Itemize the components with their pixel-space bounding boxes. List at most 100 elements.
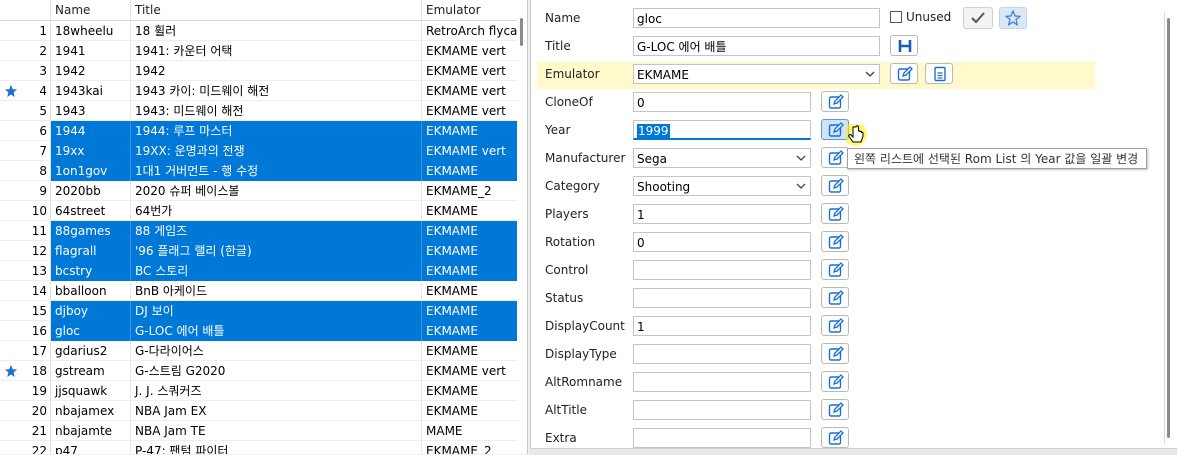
category-batch-edit-button[interactable] <box>821 175 849 196</box>
row-number[interactable]: 3 <box>0 61 51 81</box>
cell-title[interactable]: 1943: 미드웨이 해전 <box>131 101 422 121</box>
rotation-field[interactable]: 0 <box>633 232 811 252</box>
cell-emulator[interactable]: RetroArch flycast <box>422 21 517 41</box>
cell-emulator[interactable]: EKMAME_2 <box>422 441 517 454</box>
status-batch-edit-button[interactable] <box>821 287 849 308</box>
table-row[interactable]: 5 1943 1943: 미드웨이 해전 EKMAME vert <box>0 101 517 121</box>
table-row[interactable]: 21 nbajamte NBA Jam TE MAME <box>0 421 517 441</box>
cloneof-field[interactable]: 0 <box>633 92 811 112</box>
extra-field[interactable] <box>633 428 811 448</box>
cell-emulator[interactable]: EKMAME <box>422 221 517 241</box>
row-number[interactable]: 20 <box>0 401 51 421</box>
grid-vertical-scrollbar[interactable] <box>517 0 527 454</box>
row-number[interactable]: 8 <box>0 161 51 181</box>
manufacturer-dropdown[interactable]: Sega <box>633 148 811 168</box>
table-row[interactable]: 14 bballoon BnB 아케이드 EKMAME <box>0 281 517 301</box>
name-field[interactable]: gloc <box>633 8 880 28</box>
table-row[interactable]: 15 djboy DJ 보이 EKMAME <box>0 301 517 321</box>
cell-emulator[interactable]: EKMAME <box>422 201 517 221</box>
table-row[interactable]: 17 gdarius2 G-다라이어스 EKMAME <box>0 341 517 361</box>
table-row[interactable]: 18 gstream G-스트림 G2020 EKMAME vert <box>0 361 517 381</box>
column-header-title[interactable]: Title <box>131 0 422 20</box>
cell-emulator[interactable]: EKMAME <box>422 121 517 141</box>
alttitle-batch-edit-button[interactable] <box>821 399 849 420</box>
displaycount-batch-edit-button[interactable] <box>821 315 849 336</box>
cell-emulator[interactable]: EKMAME vert <box>422 141 517 161</box>
favorite-button[interactable] <box>999 7 1027 29</box>
check-button[interactable] <box>963 7 993 29</box>
table-row[interactable]: 8 1on1gov 1대1 거버먼트 - 행 수정 EKMAME <box>0 161 517 181</box>
cell-name[interactable]: 1on1gov <box>51 161 131 181</box>
cell-emulator[interactable]: EKMAME <box>422 381 517 401</box>
cell-emulator[interactable]: EKMAME <box>422 401 517 421</box>
column-header-emulator[interactable]: Emulator <box>422 0 517 20</box>
cell-emulator[interactable]: EKMAME vert <box>422 41 517 61</box>
cell-title[interactable]: G-LOC 에어 배틀 <box>131 321 422 341</box>
cell-title[interactable]: DJ 보이 <box>131 301 422 321</box>
row-number-header[interactable] <box>0 0 51 20</box>
cell-name[interactable]: djboy <box>51 301 131 321</box>
cell-title[interactable]: NBA Jam TE <box>131 421 422 441</box>
cell-name[interactable]: gdarius2 <box>51 341 131 361</box>
manufacturer-batch-edit-button[interactable] <box>821 147 849 168</box>
row-number[interactable]: 11 <box>0 221 51 241</box>
title-field[interactable]: G-LOC 에어 배틀 <box>633 36 880 56</box>
row-number[interactable]: 7 <box>0 141 51 161</box>
table-row[interactable]: 12 flagrall '96 플래그 랠리 (한글) EKMAME <box>0 241 517 261</box>
row-number[interactable]: 14 <box>0 281 51 301</box>
row-number[interactable]: 10 <box>0 201 51 221</box>
cell-title[interactable]: BnB 아케이드 <box>131 281 422 301</box>
control-field[interactable] <box>633 260 811 280</box>
cell-name[interactable]: nbajamex <box>51 401 131 421</box>
alttitle-field[interactable] <box>633 400 811 420</box>
table-row[interactable]: 11 88games 88 게임즈 EKMAME <box>0 221 517 241</box>
control-batch-edit-button[interactable] <box>821 259 849 280</box>
cell-name[interactable]: 1943 <box>51 101 131 121</box>
form-scroll-thumb[interactable] <box>1167 18 1170 438</box>
altromname-field[interactable] <box>633 372 811 392</box>
cell-emulator[interactable]: EKMAME <box>422 321 517 341</box>
grid-scroll-thumb[interactable] <box>520 18 523 46</box>
cell-name[interactable]: 64street <box>51 201 131 221</box>
cell-title[interactable]: BC 스토리 <box>131 261 422 281</box>
table-row[interactable]: 4 1943kai 1943 카이: 미드웨이 해전 EKMAME vert <box>0 81 517 101</box>
emulator-edit-button[interactable] <box>890 63 918 84</box>
row-number[interactable]: 2 <box>0 41 51 61</box>
column-header-name[interactable]: Name <box>51 0 131 20</box>
cell-title[interactable]: 1대1 거버먼트 - 행 수정 <box>131 161 422 181</box>
table-row[interactable]: 118wheelu18 휠러RetroArch flycast <box>0 21 517 41</box>
cell-emulator[interactable]: EKMAME vert <box>422 61 517 81</box>
displaytype-batch-edit-button[interactable] <box>821 343 849 364</box>
form-vertical-scrollbar[interactable] <box>1164 12 1172 444</box>
rotation-batch-edit-button[interactable] <box>821 231 849 252</box>
category-dropdown[interactable]: Shooting <box>633 176 811 196</box>
cell-title[interactable]: NBA Jam EX <box>131 401 422 421</box>
cell-name[interactable]: 1941 <box>51 41 131 61</box>
cell-title[interactable]: G-다라이어스 <box>131 341 422 361</box>
row-number[interactable]: 13 <box>0 261 51 281</box>
emulator-dropdown[interactable]: EKMAME <box>633 64 880 84</box>
cell-name[interactable]: flagrall <box>51 241 131 261</box>
cell-title[interactable]: 1943 카이: 미드웨이 해전 <box>131 81 422 101</box>
row-number[interactable]: 1 <box>0 21 51 41</box>
cell-title[interactable]: 1941: 카운터 어택 <box>131 41 422 61</box>
table-row[interactable]: 7 19xx 19XX: 운명과의 전쟁 EKMAME vert <box>0 141 517 161</box>
row-number[interactable]: 21 <box>0 421 51 441</box>
altromname-batch-edit-button[interactable] <box>821 371 849 392</box>
cell-emulator[interactable]: EKMAME_2 <box>422 181 517 201</box>
row-number[interactable]: 16 <box>0 321 51 341</box>
cell-emulator[interactable]: EKMAME vert <box>422 361 517 381</box>
cell-title[interactable]: 2020 슈퍼 베이스볼 <box>131 181 422 201</box>
cell-name[interactable]: gstream <box>51 361 131 381</box>
row-number[interactable]: 19 <box>0 381 51 401</box>
cell-name[interactable]: nbajamte <box>51 421 131 441</box>
year-batch-edit-button[interactable] <box>821 119 849 140</box>
cell-title[interactable]: P-47: 팬텀 파이터 <box>131 441 422 454</box>
cell-emulator[interactable]: EKMAME <box>422 161 517 181</box>
cell-name[interactable]: bcstry <box>51 261 131 281</box>
status-field[interactable] <box>633 288 811 308</box>
cloneof-batch-edit-button[interactable] <box>821 91 849 112</box>
cell-title[interactable]: 18 휠러 <box>131 21 422 41</box>
row-number[interactable]: 22 <box>0 441 51 454</box>
cell-name[interactable]: p47 <box>51 441 131 454</box>
